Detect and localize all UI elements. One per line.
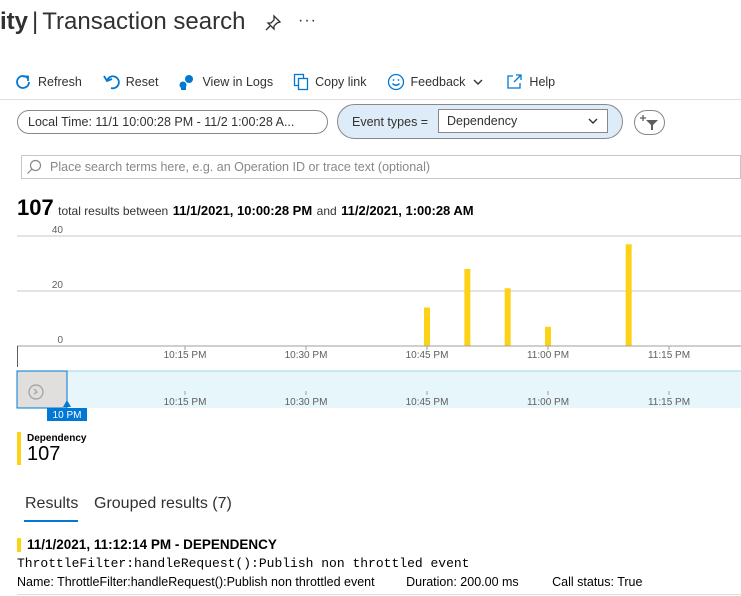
view-in-logs-button[interactable]: View in Logs xyxy=(178,73,273,91)
brush-label: 10 PM xyxy=(53,410,82,421)
help-button[interactable]: Help xyxy=(505,73,555,91)
x-tick-label: 11:15 PM xyxy=(648,350,690,361)
external-link-icon xyxy=(507,74,523,89)
legend-value: 107 xyxy=(27,443,61,465)
help-label: Help xyxy=(529,75,556,89)
tab-results[interactable]: Results xyxy=(25,495,78,513)
events-chart[interactable]: 40 20 0 10:15 PM 10:30 PM 10:45 PM 11:00 PM 11:… xyxy=(0,222,741,424)
refresh-label: Refresh xyxy=(38,75,82,89)
search-icon xyxy=(27,159,42,174)
more-options-icon[interactable]: ··· xyxy=(298,12,317,30)
results-summary: 107 total results between 11/1/2021, 10:… xyxy=(17,195,474,221)
page-title: ity | Transaction search xyxy=(0,8,245,36)
tab-grouped-results[interactable]: Grouped results (7) xyxy=(94,495,232,513)
reset-label: Reset xyxy=(125,75,159,89)
result-message: ThrottleFilter:handleRequest():Publish n… xyxy=(17,556,470,571)
result-name: Name: ThrottleFilter:handleRequest():Pub… xyxy=(17,575,375,589)
bar xyxy=(424,307,430,346)
feedback-button[interactable]: Feedback xyxy=(387,73,486,91)
refresh-button[interactable]: Refresh xyxy=(14,73,82,91)
brush-tick-label: 10:30 PM xyxy=(285,397,328,408)
reset-icon xyxy=(103,75,120,90)
x-tick-label: 10:45 PM xyxy=(406,350,449,361)
brush-tick-label: 11:15 PM xyxy=(648,397,690,408)
add-filter-icon xyxy=(639,114,658,130)
range-end: 11/2/2021, 1:00:28 AM xyxy=(341,203,474,218)
result-duration: Duration: 200.00 ms xyxy=(406,575,519,589)
bar xyxy=(504,288,511,346)
chevron-down-icon xyxy=(473,79,483,85)
x-tick-label: 11:00 PM xyxy=(527,350,569,361)
toolbar-divider xyxy=(0,99,741,100)
title-text: Transaction search xyxy=(42,8,246,35)
bar xyxy=(625,244,632,346)
brush-tick-label: 10:15 PM xyxy=(164,397,207,408)
command-toolbar: Refresh Reset View in Logs Copy link Fee… xyxy=(14,70,575,94)
y-tick-label: 20 xyxy=(52,280,64,291)
result-details: Name: ThrottleFilter:handleRequest():Pub… xyxy=(17,575,642,589)
event-types-filter[interactable]: Event types = Dependency xyxy=(337,104,623,139)
brush-tick-label: 11:00 PM xyxy=(527,397,569,408)
range-and: and xyxy=(316,204,337,218)
x-tick-label: 10:30 PM xyxy=(285,350,328,361)
range-start: 11/1/2021, 10:00:28 PM xyxy=(172,203,313,218)
copy-icon xyxy=(293,73,309,91)
brush-band xyxy=(17,371,741,408)
title-separator: | xyxy=(32,8,39,35)
search-input[interactable]: Place search terms here, e.g. an Operati… xyxy=(21,155,741,179)
y-tick-label: 0 xyxy=(57,335,63,346)
brush-tick-label: 10:45 PM xyxy=(406,397,449,408)
result-status: Call status: True xyxy=(552,575,643,589)
y-tick-label: 40 xyxy=(52,225,64,236)
result-divider xyxy=(17,594,741,595)
event-types-dropdown[interactable]: Dependency xyxy=(438,109,608,133)
time-range-filter[interactable]: Local Time: 11/1 10:00:28 PM - 11/2 1:00… xyxy=(17,110,328,134)
chevron-down-icon xyxy=(588,118,598,124)
copy-link-label: Copy link xyxy=(315,75,367,89)
search-placeholder: Place search terms here, e.g. an Operati… xyxy=(50,160,431,174)
feedback-label: Feedback xyxy=(410,75,466,89)
total-count: 107 xyxy=(17,195,54,220)
logs-icon xyxy=(179,75,194,90)
x-tick-label: 10:15 PM xyxy=(164,350,207,361)
bar xyxy=(545,326,551,346)
reset-button[interactable]: Reset xyxy=(102,73,159,91)
legend-swatch xyxy=(17,432,21,465)
total-text: total results between xyxy=(58,204,169,218)
view-in-logs-label: View in Logs xyxy=(202,75,274,89)
event-types-label: Event types = xyxy=(352,114,429,129)
refresh-icon xyxy=(16,75,30,89)
smiley-icon xyxy=(387,73,404,91)
title-prefix: ity xyxy=(0,8,29,35)
bar xyxy=(464,269,471,346)
copy-link-button[interactable]: Copy link xyxy=(293,73,367,91)
result-title[interactable]: 11/1/2021, 11:12:14 PM - DEPENDENCY xyxy=(27,537,277,552)
result-type-swatch xyxy=(17,538,21,552)
event-types-value: Dependency xyxy=(447,114,518,128)
add-filter-button[interactable] xyxy=(634,110,665,135)
pin-icon[interactable] xyxy=(264,14,282,34)
active-tab-indicator xyxy=(24,520,78,522)
